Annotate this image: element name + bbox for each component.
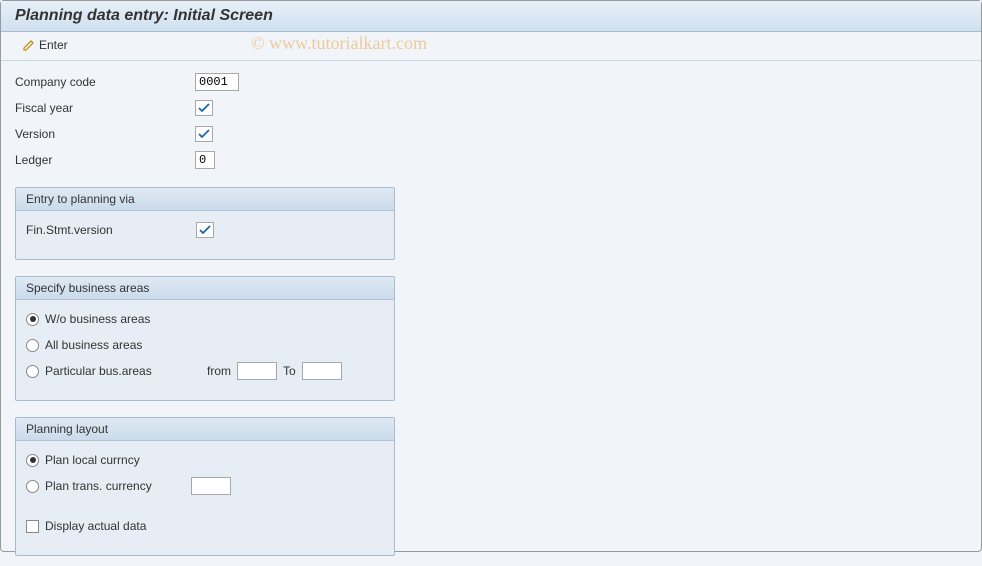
page-title: Planning data entry: Initial Screen (1, 1, 981, 32)
pencil-icon (23, 39, 35, 51)
group-layout-title: Planning layout (16, 418, 394, 441)
radio-trans-label: Plan trans. currency (45, 479, 185, 493)
enter-button[interactable]: Enter (15, 36, 76, 54)
company-code-input[interactable] (195, 73, 239, 91)
radio-local-label: Plan local currncy (45, 453, 140, 467)
radio-all-label: All business areas (45, 338, 142, 352)
display-actual-data-checkbox[interactable] (26, 520, 39, 533)
to-label: To (283, 364, 296, 378)
business-area-from-input[interactable] (237, 362, 277, 380)
radio-without-business-areas[interactable] (26, 313, 39, 326)
content-area: Company code Fiscal year Version Ledger … (1, 61, 981, 566)
company-code-label: Company code (15, 75, 195, 89)
group-business-title: Specify business areas (16, 277, 394, 300)
radio-all-business-areas[interactable] (26, 339, 39, 352)
ledger-input[interactable] (195, 151, 215, 169)
radio-without-label: W/o business areas (45, 312, 150, 326)
radio-particular-label: Particular bus.areas (45, 364, 165, 378)
radio-particular-business-areas[interactable] (26, 365, 39, 378)
fiscal-year-label: Fiscal year (15, 101, 195, 115)
version-label: Version (15, 127, 195, 141)
group-business-areas: Specify business areas W/o business area… (15, 276, 395, 401)
group-planning-layout: Planning layout Plan local currncy Plan … (15, 417, 395, 556)
radio-plan-local-currency[interactable] (26, 454, 39, 467)
fin-stmt-version-required-input[interactable] (196, 222, 214, 238)
group-entry-title: Entry to planning via (16, 188, 394, 211)
fin-stmt-version-label: Fin.Stmt.version (26, 223, 196, 237)
display-actual-label: Display actual data (45, 519, 146, 533)
version-required-input[interactable] (195, 126, 213, 142)
from-label: from (207, 364, 231, 378)
trans-currency-input[interactable] (191, 477, 231, 495)
group-entry-via: Entry to planning via Fin.Stmt.version (15, 187, 395, 260)
radio-plan-trans-currency[interactable] (26, 480, 39, 493)
ledger-label: Ledger (15, 153, 195, 167)
fiscal-year-required-input[interactable] (195, 100, 213, 116)
business-area-to-input[interactable] (302, 362, 342, 380)
enter-button-label: Enter (39, 38, 68, 52)
toolbar: Enter (1, 32, 981, 61)
